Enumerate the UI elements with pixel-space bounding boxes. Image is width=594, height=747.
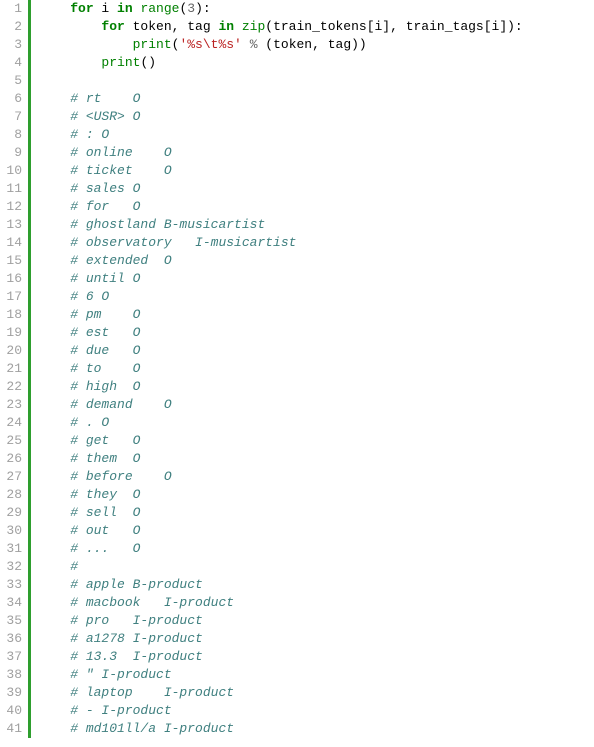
code-line: print('%s\t%s' % (token, tag)) — [39, 36, 594, 54]
line-number: 37 — [0, 648, 22, 666]
line-number: 5 — [0, 72, 22, 90]
code-line: # extended O — [39, 252, 594, 270]
line-number: 10 — [0, 162, 22, 180]
line-number: 4 — [0, 54, 22, 72]
line-number: 25 — [0, 432, 22, 450]
code-line: # <USR> O — [39, 108, 594, 126]
code-line — [39, 72, 594, 90]
code-line: # rt O — [39, 90, 594, 108]
code-content[interactable]: for i in range(3): for token, tag in zip… — [31, 0, 594, 738]
code-line: # : O — [39, 126, 594, 144]
code-line: # pm O — [39, 306, 594, 324]
line-number: 2 — [0, 18, 22, 36]
line-number: 8 — [0, 126, 22, 144]
line-number: 40 — [0, 702, 22, 720]
code-line: # pro I-product — [39, 612, 594, 630]
line-number: 41 — [0, 720, 22, 738]
code-line: # md101ll/a I-product — [39, 720, 594, 738]
code-line: # to O — [39, 360, 594, 378]
line-number: 11 — [0, 180, 22, 198]
line-number: 21 — [0, 360, 22, 378]
code-line: # observatory I-musicartist — [39, 234, 594, 252]
line-number: 23 — [0, 396, 22, 414]
line-number: 29 — [0, 504, 22, 522]
line-number: 33 — [0, 576, 22, 594]
line-number: 35 — [0, 612, 22, 630]
line-number: 14 — [0, 234, 22, 252]
line-number: 18 — [0, 306, 22, 324]
code-line: # macbook I-product — [39, 594, 594, 612]
code-line: # - I-product — [39, 702, 594, 720]
line-number: 24 — [0, 414, 22, 432]
code-line: # ... O — [39, 540, 594, 558]
line-number: 19 — [0, 324, 22, 342]
line-number: 6 — [0, 90, 22, 108]
code-line: # sales O — [39, 180, 594, 198]
code-line: # apple B-product — [39, 576, 594, 594]
line-number: 30 — [0, 522, 22, 540]
line-number: 16 — [0, 270, 22, 288]
code-line: # ticket O — [39, 162, 594, 180]
line-number: 26 — [0, 450, 22, 468]
line-number: 15 — [0, 252, 22, 270]
code-line: for i in range(3): — [39, 0, 594, 18]
line-number-gutter: 1234567891011121314151617181920212223242… — [0, 0, 28, 738]
code-line: # they O — [39, 486, 594, 504]
line-number: 12 — [0, 198, 22, 216]
code-line: # high O — [39, 378, 594, 396]
code-line: for token, tag in zip(train_tokens[i], t… — [39, 18, 594, 36]
line-number: 36 — [0, 630, 22, 648]
code-line: # laptop I-product — [39, 684, 594, 702]
code-line: # get O — [39, 432, 594, 450]
line-number: 39 — [0, 684, 22, 702]
line-number: 34 — [0, 594, 22, 612]
line-number: 9 — [0, 144, 22, 162]
code-line: # a1278 I-product — [39, 630, 594, 648]
code-line: # before O — [39, 468, 594, 486]
code-line: # for O — [39, 198, 594, 216]
code-line: # out O — [39, 522, 594, 540]
code-line: # — [39, 558, 594, 576]
code-line: # until O — [39, 270, 594, 288]
code-line: # " I-product — [39, 666, 594, 684]
code-line: # est O — [39, 324, 594, 342]
code-line: # 6 O — [39, 288, 594, 306]
line-number: 17 — [0, 288, 22, 306]
line-number: 3 — [0, 36, 22, 54]
code-line: # . O — [39, 414, 594, 432]
line-number: 1 — [0, 0, 22, 18]
code-line: # demand O — [39, 396, 594, 414]
code-line: # online O — [39, 144, 594, 162]
line-number: 7 — [0, 108, 22, 126]
code-line: # them O — [39, 450, 594, 468]
code-line: # due O — [39, 342, 594, 360]
code-block: 1234567891011121314151617181920212223242… — [0, 0, 594, 738]
line-number: 20 — [0, 342, 22, 360]
code-line: # ghostland B-musicartist — [39, 216, 594, 234]
line-number: 22 — [0, 378, 22, 396]
line-number: 38 — [0, 666, 22, 684]
code-line: # sell O — [39, 504, 594, 522]
code-line: print() — [39, 54, 594, 72]
code-line: # 13.3 I-product — [39, 648, 594, 666]
line-number: 32 — [0, 558, 22, 576]
line-number: 28 — [0, 486, 22, 504]
line-number: 13 — [0, 216, 22, 234]
line-number: 27 — [0, 468, 22, 486]
line-number: 31 — [0, 540, 22, 558]
